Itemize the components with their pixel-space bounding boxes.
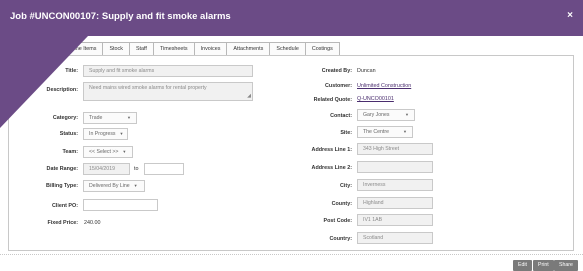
country-label: Country: bbox=[329, 236, 352, 242]
tab-costings[interactable]: Costings bbox=[304, 42, 340, 56]
description-field[interactable]: Need mains wired smoke alarms for rental… bbox=[83, 82, 253, 101]
date-to-label: to bbox=[134, 166, 139, 172]
status-value: In Progress bbox=[89, 131, 116, 137]
related-quote-link[interactable]: Q-UNCO00101 bbox=[357, 96, 394, 102]
status-label: Status: bbox=[59, 131, 78, 137]
country-field[interactable]: Scotland bbox=[357, 232, 433, 244]
address1-field[interactable]: 343 High Street bbox=[357, 143, 433, 155]
customer-label: Customer: bbox=[325, 83, 352, 89]
county-field[interactable]: Highland bbox=[357, 197, 433, 209]
fixed-price-value: 240.00 bbox=[84, 220, 101, 226]
job-dialog: Job #UNCON00107: Supply and fit smoke al… bbox=[0, 0, 583, 271]
share-button[interactable]: Share bbox=[554, 260, 578, 271]
category-value: Trade bbox=[89, 115, 103, 121]
postcode-label: Post Code: bbox=[323, 218, 352, 224]
edit-button[interactable]: Edit bbox=[513, 260, 532, 271]
chevron-down-icon: ▼ bbox=[119, 131, 124, 136]
client-po-label: Client PO: bbox=[51, 203, 78, 209]
tab-schedule[interactable]: Schedule bbox=[269, 42, 305, 56]
fixed-price-label: Fixed Price: bbox=[47, 220, 78, 226]
postcode-field[interactable]: IV1 1AB bbox=[357, 214, 433, 226]
contact-value: Gary Jones bbox=[363, 112, 390, 118]
corner-decoration bbox=[0, 36, 88, 128]
team-select[interactable]: << Select >> ▼ bbox=[83, 146, 133, 158]
client-po-field[interactable] bbox=[83, 199, 158, 211]
tab-staff[interactable]: Staff bbox=[128, 42, 153, 56]
team-value: << Select >> bbox=[89, 149, 119, 155]
city-field[interactable]: Inverness bbox=[357, 179, 433, 191]
tab-stock[interactable]: Stock bbox=[102, 42, 129, 56]
close-icon[interactable]: × bbox=[567, 11, 573, 21]
date-range-label: Date Range: bbox=[46, 166, 78, 172]
tab-timesheets[interactable]: Timesheets bbox=[152, 42, 194, 56]
tab-attachments[interactable]: Attachments bbox=[226, 42, 270, 56]
related-quote-label: Related Quote: bbox=[313, 97, 352, 103]
billing-type-value: Delivered By Line bbox=[89, 183, 130, 189]
chevron-down-icon: ▼ bbox=[403, 129, 407, 134]
tab-invoices[interactable]: Invoices bbox=[193, 42, 227, 56]
category-select[interactable]: Trade ▼ bbox=[83, 112, 137, 124]
county-label: County: bbox=[331, 201, 352, 207]
chevron-down-icon: ▼ bbox=[405, 112, 409, 117]
site-select[interactable]: The Centre ▼ bbox=[357, 126, 413, 138]
created-by-label: Created By: bbox=[321, 68, 352, 74]
customer-link[interactable]: Unlimited Construction bbox=[357, 83, 411, 89]
description-text: Need mains wired smoke alarms for rental… bbox=[89, 85, 207, 91]
title-field[interactable]: Supply and fit smoke alarms bbox=[83, 65, 253, 77]
address2-label: Address Line 2: bbox=[311, 165, 352, 171]
chevron-down-icon: ▼ bbox=[122, 149, 127, 154]
chevron-down-icon: ▼ bbox=[133, 183, 138, 188]
contact-select[interactable]: Gary Jones ▼ bbox=[357, 109, 415, 121]
address1-label: Address Line 1: bbox=[311, 147, 352, 153]
date-from-field[interactable]: 15/04/2019 bbox=[83, 163, 130, 175]
dialog-header: Job #UNCON00107: Supply and fit smoke al… bbox=[0, 0, 583, 36]
status-select[interactable]: In Progress ▼ bbox=[83, 128, 128, 140]
address2-field[interactable] bbox=[357, 161, 433, 173]
contact-label: Contact: bbox=[330, 113, 352, 119]
dialog-title: Job #UNCON00107: Supply and fit smoke al… bbox=[10, 11, 231, 22]
site-value: The Centre bbox=[363, 129, 389, 135]
footer-divider bbox=[0, 254, 583, 255]
date-to-field[interactable] bbox=[144, 163, 184, 175]
team-label: Team: bbox=[62, 149, 78, 155]
billing-type-label: Billing Type: bbox=[46, 183, 78, 189]
billing-type-select[interactable]: Delivered By Line ▼ bbox=[83, 180, 145, 192]
city-label: City: bbox=[340, 183, 352, 189]
created-by-value: Duncan bbox=[357, 68, 376, 74]
print-button[interactable]: Print bbox=[533, 260, 554, 271]
resize-handle-icon[interactable]: ◢ bbox=[247, 94, 251, 99]
site-label: Site: bbox=[340, 130, 352, 136]
chevron-down-icon: ▼ bbox=[127, 115, 131, 120]
